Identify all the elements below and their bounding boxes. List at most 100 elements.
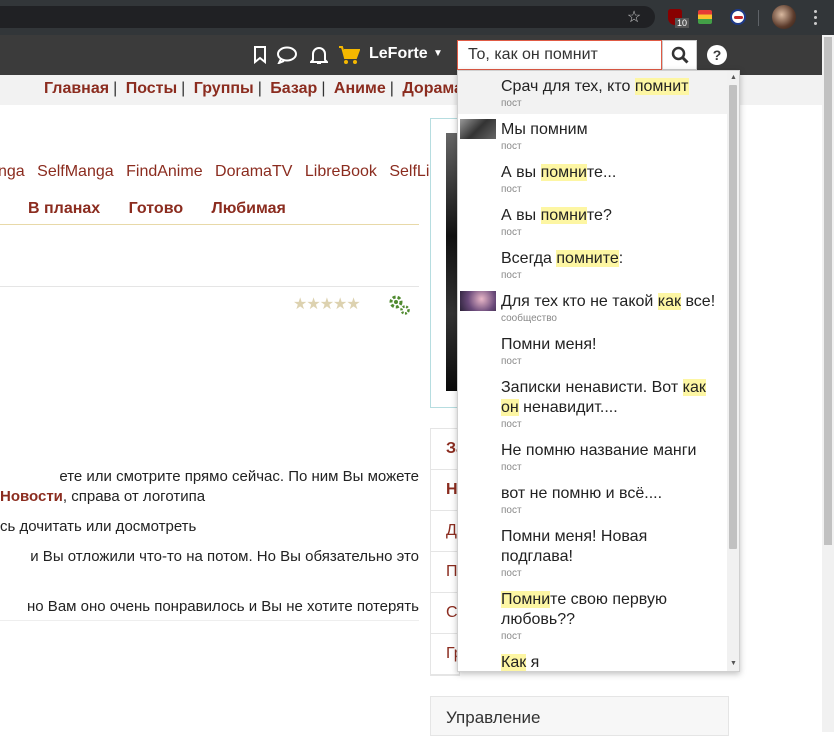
username-menu[interactable]: LeForte xyxy=(369,45,428,63)
suggestion-type: пост xyxy=(501,505,522,516)
nav-dorama[interactable]: Дорама xyxy=(402,80,463,97)
suggestion-type: пост xyxy=(501,462,522,473)
title-text: Срач для тех, кто xyxy=(501,78,635,95)
notifications-bell-icon[interactable] xyxy=(308,44,330,66)
partner-link[interactable]: FindAnime xyxy=(126,163,202,180)
suggestion-item[interactable]: Помни меня! пост xyxy=(458,329,727,372)
highlight-match: помнит xyxy=(634,78,689,95)
suggestion-item[interactable]: Всегда помните: пост xyxy=(458,243,727,286)
nav-posts[interactable]: Посты xyxy=(126,80,177,97)
suggestion-item[interactable]: Помни меня! Новая подглава! пост xyxy=(458,521,727,584)
search-button[interactable] xyxy=(662,40,697,70)
suggestion-title: вот не помню и всё.... xyxy=(501,484,721,504)
side-menu-item[interactable]: Н xyxy=(431,470,459,511)
divider xyxy=(0,620,419,621)
page-scrollbar[interactable] xyxy=(822,35,834,732)
scroll-up-icon[interactable]: ▲ xyxy=(730,74,737,81)
partner-link[interactable]: DoramaTV xyxy=(215,163,292,180)
search-icon xyxy=(671,46,689,64)
bookmark-icon[interactable] xyxy=(249,44,271,66)
search-suggestions: Срач для тех, кто помнит пост Мы помним пос… xyxy=(457,70,740,672)
help-text: и Вы отложили что-то на потом. Но Вы обя… xyxy=(30,548,419,565)
partner-links: nga SelfManga FindAnime DoramaTV LibreBo… xyxy=(0,163,446,181)
profile-avatar[interactable] xyxy=(772,5,796,29)
globe-icon xyxy=(730,9,746,25)
partner-link[interactable]: SelfManga xyxy=(37,163,114,180)
toolbar-divider xyxy=(758,10,759,26)
suggestion-item[interactable]: Срач для тех, кто помнит пост xyxy=(458,71,727,114)
nav-bazaar[interactable]: Базар xyxy=(270,80,317,97)
scroll-down-icon[interactable]: ▼ xyxy=(730,660,737,667)
suggestion-avatar xyxy=(460,119,496,139)
suggestion-type: пост xyxy=(501,356,522,367)
cart-icon[interactable] xyxy=(338,44,360,66)
suggestion-item[interactable]: Как я xyxy=(458,647,727,671)
highlight-match: он xyxy=(501,399,519,416)
title-text: ненавидит.... xyxy=(518,399,618,416)
suggestion-item[interactable]: Записки ненависти. Вот как он ненавидит.… xyxy=(458,372,727,435)
manage-title: Управление xyxy=(446,708,541,727)
tab-done[interactable]: Готово xyxy=(129,200,183,217)
translate-extension-icon[interactable] xyxy=(727,6,749,28)
partner-link[interactable]: LibreBook xyxy=(305,163,377,180)
side-menu-item[interactable]: П xyxy=(431,552,459,593)
suggestion-type: пост xyxy=(501,419,522,430)
color-extension-icon[interactable] xyxy=(694,6,716,28)
manage-panel: Управление xyxy=(430,696,729,736)
side-menu-item[interactable]: Д xyxy=(431,511,459,552)
highlight-match: Помни xyxy=(501,591,551,608)
help-text: сь дочитать или досмотреть xyxy=(0,518,197,535)
suggestion-item[interactable]: А вы помните? пост xyxy=(458,200,727,243)
page-scroll-thumb[interactable] xyxy=(824,37,832,545)
title-text: я xyxy=(526,654,540,671)
suggestion-item[interactable]: Для тех кто не такой как все! сообщество xyxy=(458,286,727,329)
title-text: Не помню название манги xyxy=(501,442,697,459)
gear-icon[interactable] xyxy=(387,292,411,316)
tab-planned[interactable]: В планах xyxy=(28,200,100,217)
side-menu-item[interactable]: За xyxy=(431,429,459,470)
nav-anime[interactable]: Аниме xyxy=(334,80,386,97)
help-text: Новости, справа от логотипа xyxy=(0,488,419,505)
title-text: Помни меня! Новая подглава! xyxy=(501,528,648,565)
suggestion-title: Для тех кто не такой как все! xyxy=(501,292,721,312)
suggestion-type: пост xyxy=(501,631,522,642)
highlight-match: как xyxy=(682,379,706,396)
rating-stars[interactable]: ★★★★★ xyxy=(293,294,361,314)
nav-home[interactable]: Главная xyxy=(44,80,109,97)
ublock-extension-icon[interactable]: 10 xyxy=(665,7,690,28)
suggestion-item[interactable]: вот не помню и всё.... пост xyxy=(458,478,727,521)
color-blocks-icon xyxy=(698,10,712,24)
suggestion-title: Помни меня! Новая подглава! xyxy=(501,527,721,567)
suggestion-title: Помни меня! xyxy=(501,335,721,355)
help-icon[interactable]: ? xyxy=(706,44,728,66)
suggestion-item[interactable]: Мы помним пост xyxy=(458,114,727,157)
nav-groups[interactable]: Группы xyxy=(194,80,254,97)
side-menu-item[interactable]: С xyxy=(431,593,459,634)
side-menu-item[interactable]: Гр xyxy=(431,634,459,675)
highlight-match: помни xyxy=(540,164,587,181)
news-link[interactable]: Новости xyxy=(0,488,63,505)
browser-menu-icon[interactable] xyxy=(804,6,826,28)
suggestion-title: Всегда помните: xyxy=(501,249,721,269)
suggestion-item[interactable]: Помните свою первую любовь?? пост xyxy=(458,584,727,647)
suggestions-scrollbar[interactable]: ▲ ▼ xyxy=(727,71,739,671)
title-text: А вы xyxy=(501,207,541,224)
list-tabs: В планах Готово Любимая xyxy=(28,200,310,218)
caret-down-icon[interactable]: ▼ xyxy=(433,48,443,59)
title-text: те? xyxy=(586,207,612,224)
suggestion-item[interactable]: А вы помните... пост xyxy=(458,157,727,200)
title-text: Мы помним xyxy=(501,121,588,138)
bookmark-star-icon[interactable]: ☆ xyxy=(623,6,645,28)
highlight-match: как xyxy=(657,293,682,310)
title-text: А вы xyxy=(501,164,541,181)
chat-icon[interactable] xyxy=(276,44,298,66)
search-input[interactable] xyxy=(457,40,662,70)
suggestion-item[interactable]: Не помню название манги пост xyxy=(458,435,727,478)
suggestion-title: Записки ненависти. Вот как он ненавидит.… xyxy=(501,378,721,418)
title-text: Помни меня! xyxy=(501,336,597,353)
partner-link[interactable]: nga xyxy=(0,163,25,180)
address-bar[interactable] xyxy=(0,6,655,28)
suggestions-scroll-thumb[interactable] xyxy=(729,85,737,549)
tab-favorite[interactable]: Любимая xyxy=(212,200,286,217)
help-text-rest: , справа от логотипа xyxy=(62,488,206,505)
